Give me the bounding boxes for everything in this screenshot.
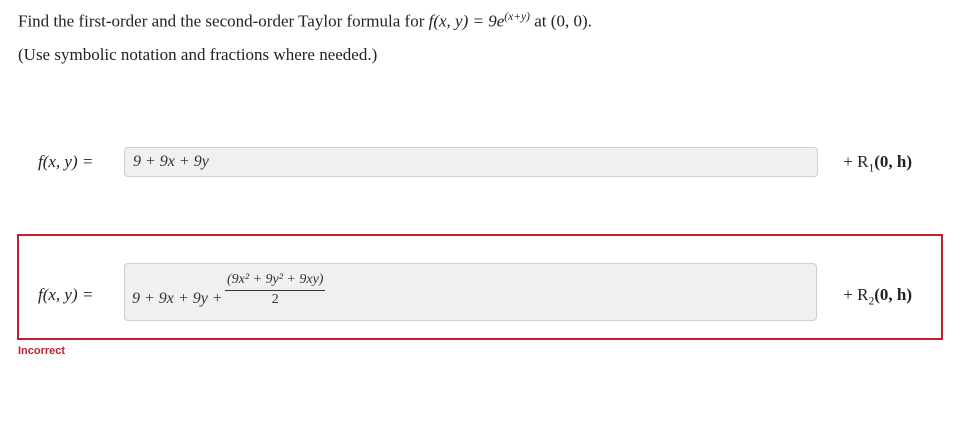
first-order-lhs: f(x, y) =: [38, 152, 94, 171]
first-order-answer-input[interactable]: 9 + 9x + 9y: [124, 147, 818, 177]
question-instruction: (Use symbolic notation and fractions whe…: [18, 45, 378, 64]
question-text: Find the first-order and the second-orde…: [18, 10, 592, 32]
question-prefix: Find the first-order and the second-orde…: [18, 11, 429, 31]
second-order-fraction: (9x² + 9y² + 9xy) 2: [225, 270, 326, 309]
first-order-remainder: + R1(0, h): [843, 152, 912, 175]
fraction-numerator: (9x² + 9y² + 9xy): [227, 272, 324, 287]
second-order-answer-input[interactable]: 9 + 9x + 9y + (9x² + 9y² + 9xy) 2: [124, 263, 817, 321]
question-function: f(x, y) = 9e: [428, 11, 505, 31]
second-order-answer-prefix: 9 + 9x + 9y +: [132, 290, 223, 307]
second-order-lhs: f(x, y) =: [38, 285, 94, 304]
second-order-remainder: + R2(0, h): [843, 285, 912, 308]
first-order-answer-value: 9 + 9x + 9y: [133, 153, 209, 170]
question-exponent: (x+y): [504, 10, 531, 23]
incorrect-label: Incorrect: [18, 345, 66, 357]
fraction-denominator: 2: [271, 292, 279, 307]
question-suffix: at (0, 0).: [530, 11, 592, 31]
